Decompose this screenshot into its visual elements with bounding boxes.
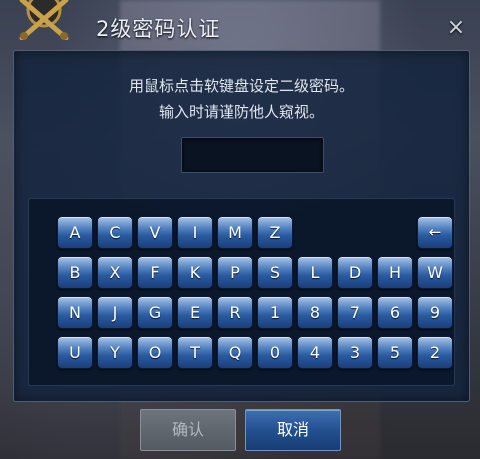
confirm-button[interactable]: 确认: [140, 409, 236, 451]
key-Y[interactable]: Y: [97, 336, 133, 369]
key-R[interactable]: R: [217, 296, 253, 329]
key-J[interactable]: J: [97, 296, 133, 329]
dialog-title: 2级密码认证: [96, 17, 221, 41]
instructions: 用鼠标点击软键盘设定二级密码。 输入时请谨防他人窥视。: [14, 73, 469, 125]
cancel-button[interactable]: 取消: [245, 409, 341, 451]
key-A[interactable]: A: [57, 216, 93, 249]
password-field[interactable]: [181, 137, 324, 173]
key-1[interactable]: 1: [257, 296, 293, 329]
instruction-line-2: 输入时请谨防他人窥视。: [158, 103, 324, 121]
key-2[interactable]: 2: [417, 336, 453, 369]
key-Z[interactable]: Z: [257, 216, 293, 249]
key-6[interactable]: 6: [377, 296, 413, 329]
key-C[interactable]: C: [97, 216, 133, 249]
key-P[interactable]: P: [217, 256, 253, 289]
key-G[interactable]: G: [137, 296, 173, 329]
crossed-keys-icon: [19, 0, 69, 40]
key-U[interactable]: U: [57, 336, 93, 369]
instruction-line-1: 用鼠标点击软键盘设定二级密码。: [128, 77, 354, 95]
key-O[interactable]: O: [137, 336, 173, 369]
key-5[interactable]: 5: [377, 336, 413, 369]
key-3[interactable]: 3: [337, 336, 373, 369]
key-F[interactable]: F: [137, 256, 173, 289]
key-N[interactable]: N: [57, 296, 93, 329]
key-E[interactable]: E: [177, 296, 213, 329]
key-K[interactable]: K: [177, 256, 213, 289]
key-D[interactable]: D: [337, 256, 373, 289]
key-7[interactable]: 7: [337, 296, 373, 329]
close-icon[interactable]: ×: [444, 16, 468, 40]
password-dialog: 2级密码认证 × 用鼠标点击软键盘设定二级密码。 输入时请谨防他人窥视。 A C…: [0, 0, 480, 459]
key-S[interactable]: S: [257, 256, 293, 289]
key-4[interactable]: 4: [297, 336, 333, 369]
key-B[interactable]: B: [57, 256, 93, 289]
key-Q[interactable]: Q: [217, 336, 253, 369]
key-0[interactable]: 0: [257, 336, 293, 369]
key-V[interactable]: V: [137, 216, 173, 249]
key-8[interactable]: 8: [297, 296, 333, 329]
key-H[interactable]: H: [377, 256, 413, 289]
key-X[interactable]: X: [97, 256, 133, 289]
soft-keyboard: A C V I M Z ← B X F K P S L D H W N J G …: [28, 198, 455, 386]
key-M[interactable]: M: [217, 216, 253, 249]
backspace-key[interactable]: ←: [417, 216, 453, 249]
key-L[interactable]: L: [297, 256, 333, 289]
key-I[interactable]: I: [177, 216, 213, 249]
title-bar[interactable]: 2级密码认证 ×: [0, 0, 480, 56]
key-W[interactable]: W: [417, 256, 453, 289]
key-T[interactable]: T: [177, 336, 213, 369]
dialog-panel: 用鼠标点击软键盘设定二级密码。 输入时请谨防他人窥视。 A C V I M Z …: [13, 50, 470, 402]
key-9[interactable]: 9: [417, 296, 453, 329]
